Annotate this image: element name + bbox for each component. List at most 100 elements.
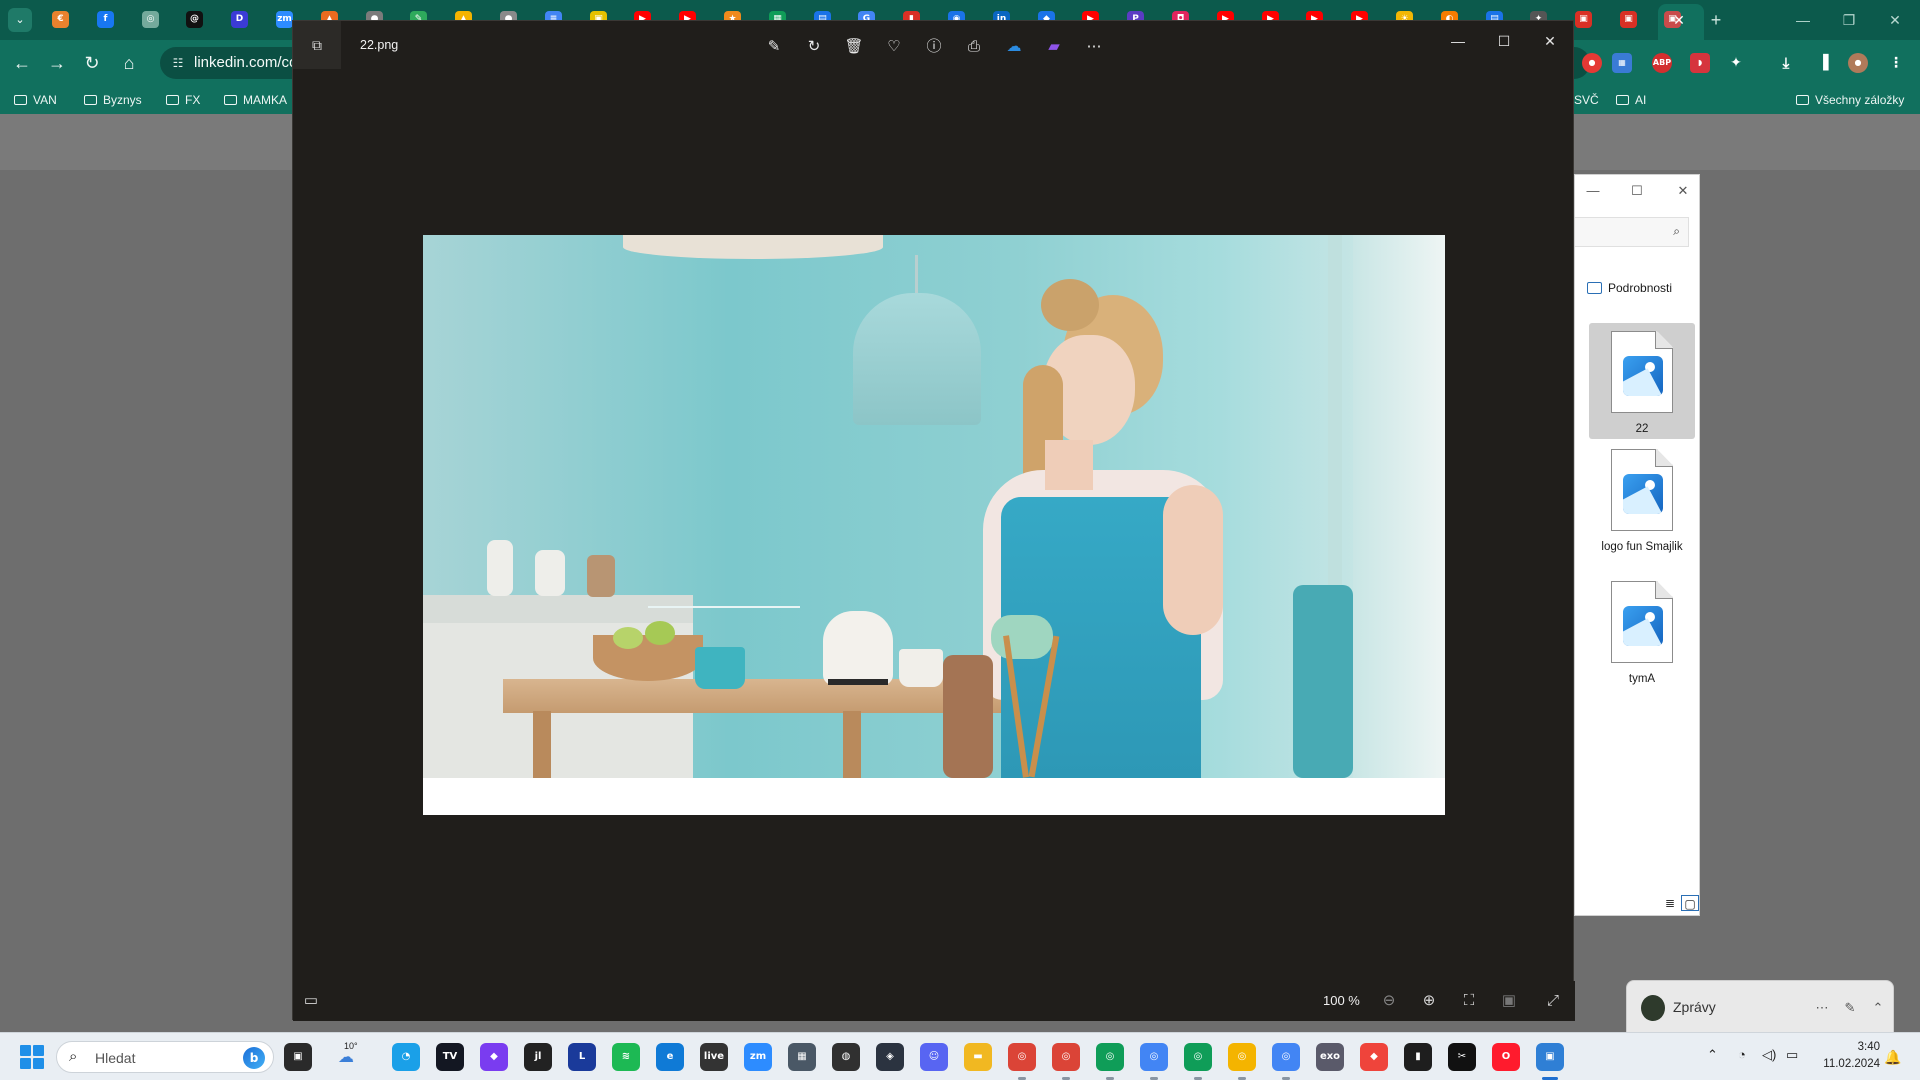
forward-arrow-icon[interactable]: → — [43, 49, 71, 77]
onedrive-icon[interactable]: ☁ — [1000, 33, 1028, 61]
filmstrip-icon[interactable]: ▭ — [297, 987, 325, 1015]
discord-icon[interactable]: ☺ — [920, 1043, 948, 1071]
viewer-close-button[interactable]: ✕ — [1527, 25, 1573, 57]
chrome-icon-5[interactable]: ◎ — [1184, 1043, 1212, 1071]
show-hidden-icons[interactable]: ⌃ — [1707, 1047, 1718, 1063]
bookmark-folder-van[interactable]: VAN — [14, 91, 57, 109]
profile-avatar[interactable]: ● — [1848, 53, 1868, 73]
jlc-icon[interactable]: jl — [524, 1043, 552, 1071]
favicon-red[interactable]: ▣ — [1575, 11, 1592, 28]
pocket-icon[interactable]: ◗ — [1690, 53, 1710, 73]
browser-restore-button[interactable]: ❐ — [1826, 6, 1872, 34]
file-explorer-icon[interactable]: ▬ — [964, 1043, 992, 1071]
bookmark-folder-byznys[interactable]: Byznys — [84, 91, 142, 109]
messages-more-icon[interactable]: ⋯ — [1811, 997, 1833, 1019]
download-icon[interactable]: ⤓ — [1776, 53, 1796, 73]
explorer-minimize-button[interactable]: — — [1579, 181, 1607, 201]
favicon-chatgpt[interactable]: ◎ — [142, 11, 159, 28]
favicon-d[interactable]: D — [231, 11, 248, 28]
extension-red-icon[interactable]: ● — [1582, 53, 1602, 73]
explorer-close-button[interactable]: ✕ — [1669, 181, 1697, 201]
chrome-icon-6[interactable]: ◎ — [1228, 1043, 1256, 1071]
favicon-threads[interactable]: @ — [186, 11, 203, 28]
extensions-puzzle-icon[interactable]: ✦ — [1726, 53, 1746, 73]
live-app-icon[interactable]: live — [700, 1043, 728, 1071]
browser-close-button[interactable]: ✕ — [1872, 6, 1918, 34]
favorite-icon[interactable]: ♡ — [880, 33, 908, 61]
calculator-icon[interactable]: ▦ — [788, 1043, 816, 1071]
taskbar-clock[interactable]: 3:40 11.02.2024 — [1816, 1039, 1880, 1073]
audio-bars-icon[interactable]: ▮ — [1404, 1043, 1432, 1071]
bookmark-folder-fx[interactable]: FX — [166, 91, 200, 109]
file-item-22[interactable]: 22 — [1589, 323, 1695, 439]
tab-search-chevron-icon[interactable]: ⌄ — [8, 8, 32, 32]
chrome-icon-7[interactable]: ◎ — [1272, 1043, 1300, 1071]
list-view-icon[interactable]: ≣ — [1661, 895, 1679, 911]
exo-icon[interactable]: exo — [1316, 1043, 1344, 1071]
back-arrow-icon[interactable]: ← — [8, 49, 36, 77]
file-item-logo-fun-smajlik[interactable]: logo fun Smajlik — [1589, 441, 1695, 561]
bookmark-folder-mamka[interactable]: MAMKA — [224, 91, 287, 109]
large-icons-view-icon[interactable]: ▢ — [1681, 895, 1699, 911]
viewer-minimize-button[interactable]: — — [1435, 25, 1481, 57]
favicon-orange-tab[interactable]: € — [52, 11, 69, 28]
photos-app-icon[interactable]: ⧉ — [293, 21, 341, 69]
opera-icon[interactable]: O — [1492, 1043, 1520, 1071]
displayed-image[interactable] — [423, 235, 1445, 815]
adblock-plus-icon[interactable]: ABP — [1652, 53, 1672, 73]
new-tab-button[interactable]: + — [1704, 8, 1728, 32]
file-item-tyma[interactable]: tymA — [1589, 573, 1695, 693]
taskbar-search-input[interactable]: ⌕ Hledat b — [56, 1041, 274, 1073]
anydesk-icon[interactable]: ◆ — [1360, 1043, 1388, 1071]
print-icon[interactable]: ⎙ — [960, 33, 988, 61]
zoom-in-icon[interactable]: ⊕ — [1415, 987, 1443, 1015]
zoom-out-icon[interactable]: ⊖ — [1375, 987, 1403, 1015]
extension-blue-icon[interactable]: ▦ — [1612, 53, 1632, 73]
edge-icon[interactable]: e — [656, 1043, 684, 1071]
info-icon[interactable]: ⓘ — [920, 33, 948, 61]
start-button[interactable] — [20, 1045, 44, 1069]
edit-icon[interactable]: ✎ — [760, 33, 788, 61]
tradingview-icon[interactable]: TV — [436, 1043, 464, 1071]
explorer-maximize-button[interactable]: ☐ — [1623, 181, 1651, 201]
site-info-icon[interactable]: ☷ — [170, 55, 186, 71]
compose-message-icon[interactable]: ✎ — [1839, 997, 1861, 1019]
notification-bell-icon[interactable]: 🔔 — [1884, 1049, 1901, 1066]
favicon-zoom[interactable]: zm — [276, 11, 293, 28]
davinci-icon[interactable]: ◈ — [876, 1043, 904, 1071]
actual-size-icon[interactable]: ▣ — [1495, 987, 1523, 1015]
chrome-icon-3[interactable]: ◎ — [1096, 1043, 1124, 1071]
obs-icon[interactable]: ◍ — [832, 1043, 860, 1071]
explorer-search-input[interactable]: ⌕ — [1575, 217, 1689, 247]
more-icon[interactable]: ⋯ — [1080, 33, 1108, 61]
volume-icon[interactable]: ◁) — [1762, 1047, 1776, 1063]
reload-icon[interactable]: ↻ — [78, 49, 106, 77]
clipchamp-icon[interactable]: ▰ — [1040, 33, 1068, 61]
delete-icon[interactable]: 🗑 — [840, 33, 868, 61]
chrome-icon-4[interactable]: ◎ — [1140, 1043, 1168, 1071]
favicon-facebook[interactable]: f — [97, 11, 114, 28]
bing-icon[interactable]: b — [243, 1047, 265, 1069]
side-panel-icon[interactable]: ▐ — [1813, 53, 1833, 73]
details-pane-button[interactable]: Podrobnosti — [1587, 281, 1672, 295]
rotate-icon[interactable]: ↻ — [800, 33, 828, 61]
bookmark-folder-svc[interactable]: SVČ — [1574, 91, 1599, 109]
chrome-icon-1[interactable]: ◎ — [1008, 1043, 1036, 1071]
close-tab-icon[interactable]: ✕ — [1667, 10, 1691, 30]
home-icon[interactable]: ⌂ — [115, 49, 143, 77]
chrome-icon-2[interactable]: ◎ — [1052, 1043, 1080, 1071]
favicon-red2[interactable]: ▣ — [1620, 11, 1637, 28]
battery-icon[interactable]: ▭ — [1786, 1047, 1798, 1063]
browser-menu-icon[interactable]: ⋮ — [1886, 53, 1906, 73]
spotify-icon[interactable]: ≋ — [612, 1043, 640, 1071]
browser-minimize-button[interactable]: — — [1780, 6, 1826, 34]
fullscreen-icon[interactable]: ⤢ — [1539, 987, 1567, 1015]
chevron-up-icon[interactable]: ⌃ — [1867, 997, 1889, 1019]
all-bookmarks[interactable]: Všechny záložky — [1796, 91, 1904, 109]
task-view-icon[interactable]: ▣ — [284, 1043, 312, 1071]
bookmark-folder-ai[interactable]: AI — [1616, 91, 1646, 109]
l-app-icon[interactable]: L — [568, 1043, 596, 1071]
capcut-icon[interactable]: ✂ — [1448, 1043, 1476, 1071]
quick-assist-icon[interactable]: ◔ — [392, 1043, 420, 1071]
wifi-icon[interactable]: ◔ — [1738, 1047, 1746, 1062]
